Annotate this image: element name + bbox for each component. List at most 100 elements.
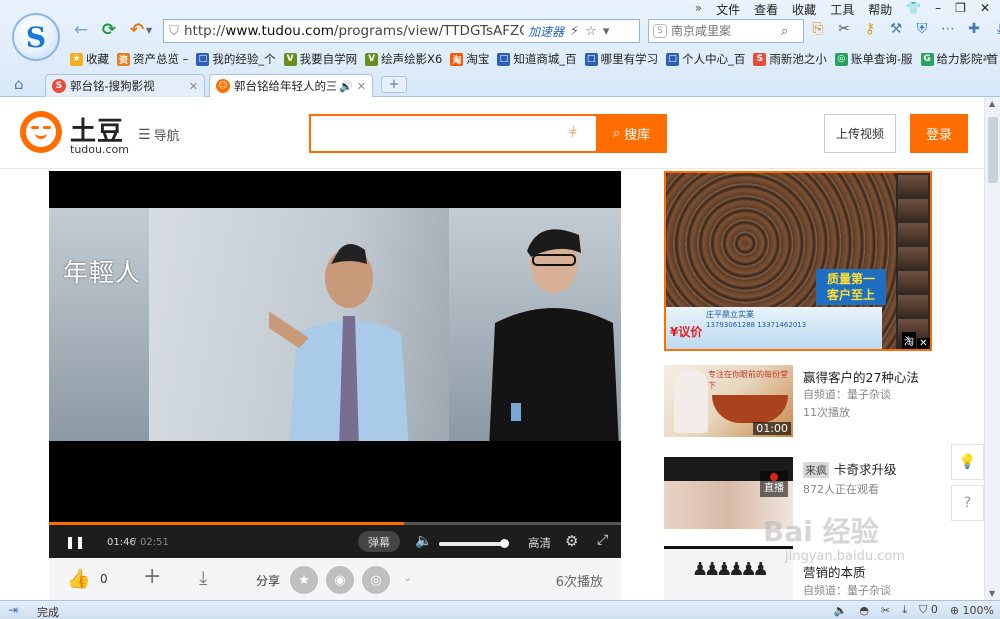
menu-tools[interactable]: 工具 (830, 1, 854, 18)
scroll-up-icon[interactable]: ▲ (989, 99, 995, 108)
bookmark-item[interactable]: □ 我的经验_个 (194, 51, 281, 67)
menu-view[interactable]: 查看 (754, 1, 778, 18)
advertisement[interactable]: 质量第一 客户至上 庄平鼎立实業 13793061288 13371462013 … (664, 171, 932, 351)
zoom-level[interactable]: ⊕ 100% (950, 604, 994, 617)
bookmark-item[interactable]: □ 个人中心_百 (664, 51, 751, 67)
tudou-logo-icon[interactable] (20, 111, 62, 153)
hat-icon[interactable]: ◓ (859, 604, 869, 617)
video-player[interactable]: 年輕人 ❚❚ 01:46 / 02:51 弹幕 🔈 高清 ⚙ ⤢ (49, 171, 621, 558)
video-thumbnail[interactable]: 专注在你眼前的每份堂下 01:00 (664, 365, 793, 437)
security-shield-icon[interactable]: ⛨ (914, 21, 930, 37)
site-search-button[interactable]: ⌕ 搜库 (596, 114, 667, 153)
tab-close-icon[interactable]: ✕ (189, 80, 198, 93)
pause-icon[interactable]: ❚❚ (65, 535, 85, 549)
scissors-icon[interactable]: ✂ (881, 604, 890, 617)
speaker-icon[interactable]: 🔊 (339, 80, 353, 93)
scroll-thumb[interactable] (988, 117, 998, 183)
progress-bar[interactable] (49, 522, 404, 525)
help-icon[interactable]: ? (951, 485, 984, 521)
live-title[interactable]: 来疯 卡奇求升级 (803, 459, 897, 478)
sogou-browser-logo[interactable]: S (12, 13, 60, 61)
accelerator-button[interactable]: 加速器 (528, 23, 564, 40)
chevron-down-icon[interactable]: ▼ (146, 26, 152, 35)
tab-tudou[interactable]: ☺ 郭台铭给年轻人的三 🔊 ✕ (209, 74, 373, 97)
menu-help[interactable]: 帮助 (868, 1, 892, 18)
bookmarks-more-icon[interactable]: » (983, 50, 990, 64)
new-tab-button[interactable]: + (381, 76, 407, 93)
bookmark-item[interactable]: □ 哪里有学习 (583, 51, 665, 67)
upload-video-button[interactable]: 上传视频 (824, 114, 896, 153)
bookmark-item[interactable]: □ 知道商城_百 (495, 51, 582, 67)
qzone-star-icon[interactable]: ★ (290, 566, 318, 594)
tab-close-icon[interactable]: ✕ (357, 80, 366, 93)
tab-sogou-video[interactable]: S 郭台铭-搜狗影视 ✕ (45, 74, 205, 97)
bookmark-item[interactable]: V 绘声绘影X6 (363, 51, 448, 67)
shield-count[interactable]: ⛉ 0 (919, 603, 938, 617)
bookmark-item[interactable]: 淘淘宝 (448, 51, 495, 67)
restore-icon[interactable]: ❐ (955, 1, 966, 18)
chevron-down-icon[interactable]: ⌄ (403, 571, 412, 584)
video-title[interactable]: 营销的本质 (803, 562, 866, 581)
bookmark-item[interactable]: V 我要自学网 (282, 51, 364, 67)
search-icon[interactable]: ⌕ (781, 24, 788, 39)
minimize-icon[interactable]: – (935, 1, 941, 18)
ad-close-icon[interactable]: ✕ (917, 338, 930, 349)
volume-icon[interactable]: 🔈 (415, 533, 432, 549)
sidebar-toggle-icon[interactable]: ⇥ (8, 603, 18, 617)
download-icon[interactable]: ⤓ (199, 567, 207, 589)
download-icon[interactable]: ⤓ (992, 21, 1000, 37)
bookmark-item[interactable]: 资资产总览 – (115, 51, 194, 67)
volume-knob[interactable] (499, 539, 509, 548)
home-icon[interactable]: ⌂ (14, 75, 24, 93)
video-thumbnail[interactable]: ♟♟♟♟♟♟ (664, 546, 793, 600)
address-bar[interactable]: ⛉ http://www.tudou.com/programs/view/TTD… (163, 19, 640, 43)
star-icon[interactable]: ☆ (585, 24, 597, 39)
volume-slider[interactable] (439, 539, 509, 548)
video-frame[interactable]: 年輕人 (49, 208, 621, 441)
browser-search-box[interactable]: S ⌕ (648, 19, 804, 43)
search-engine-icon[interactable]: S (653, 24, 667, 38)
skin-icon[interactable]: 👕 (906, 1, 921, 18)
video-channel[interactable]: 自频道：量子杂谈 (803, 386, 891, 402)
quality-selector[interactable]: 高清 (528, 535, 551, 551)
video-title[interactable]: 赢得客户的27种心法 (803, 367, 919, 386)
nav-menu-link[interactable]: ☰ 导航 (138, 125, 180, 145)
bookmark-item[interactable]: ★ 收藏 (68, 51, 115, 67)
taobao-badge[interactable]: 淘 (902, 332, 916, 349)
undo-icon[interactable]: ↶ (126, 19, 148, 41)
key-icon[interactable]: ⚷ (862, 21, 878, 37)
lightning-icon[interactable]: ⚡ (570, 24, 579, 39)
menu-favorites[interactable]: 收藏 (792, 1, 816, 18)
scissors-icon[interactable]: ✂ (836, 21, 852, 37)
scroll-down-icon[interactable]: ▼ (989, 589, 995, 598)
add-icon[interactable]: + (143, 564, 161, 589)
trending-chart-icon[interactable]: ⫩ (569, 125, 577, 141)
puzzle-icon[interactable]: ✚ (966, 21, 982, 37)
weibo-icon[interactable]: ◎ (362, 566, 390, 594)
bookmark-item[interactable]: ◎ 账单查询-服 (833, 51, 919, 67)
speaker-icon[interactable]: 🔈 (834, 604, 848, 617)
qq-icon[interactable]: ◉ (326, 566, 354, 594)
more-icon[interactable]: ⋯ (940, 21, 956, 37)
menu-file[interactable]: 文件 (716, 1, 740, 18)
lightbulb-icon[interactable]: 💡 (951, 444, 984, 480)
bookmark-item[interactable]: S 雨新池之小 (751, 51, 833, 67)
close-icon[interactable]: ✕ (980, 1, 990, 18)
video-channel[interactable]: 自频道：量子杂谈 (803, 582, 891, 598)
wrench-icon[interactable]: ⚒ (888, 21, 904, 37)
back-arrow-icon[interactable]: ← (70, 19, 92, 41)
download-icon[interactable]: ⤓ (902, 603, 907, 617)
site-search-input[interactable] (317, 122, 557, 146)
menu-overflow-icon[interactable]: » (695, 1, 702, 18)
thumbs-up-icon[interactable]: 👍 (67, 567, 91, 590)
chevron-down-icon[interactable]: ▾ (603, 24, 610, 39)
danmu-button[interactable]: 弹幕 (358, 531, 400, 552)
vertical-scrollbar[interactable]: ▲ ▼ (984, 97, 1000, 600)
login-button[interactable]: 登录 (910, 114, 968, 153)
fullscreen-icon[interactable]: ⤢ (597, 532, 608, 548)
browser-search-input[interactable] (671, 24, 781, 38)
url-text[interactable]: http://www.tudou.com/programs/view/TTDGT… (184, 23, 524, 39)
screenshot-icon[interactable]: ⎘ (810, 21, 826, 37)
refresh-icon[interactable]: ⟳ (98, 19, 120, 41)
gear-icon[interactable]: ⚙ (565, 532, 578, 550)
